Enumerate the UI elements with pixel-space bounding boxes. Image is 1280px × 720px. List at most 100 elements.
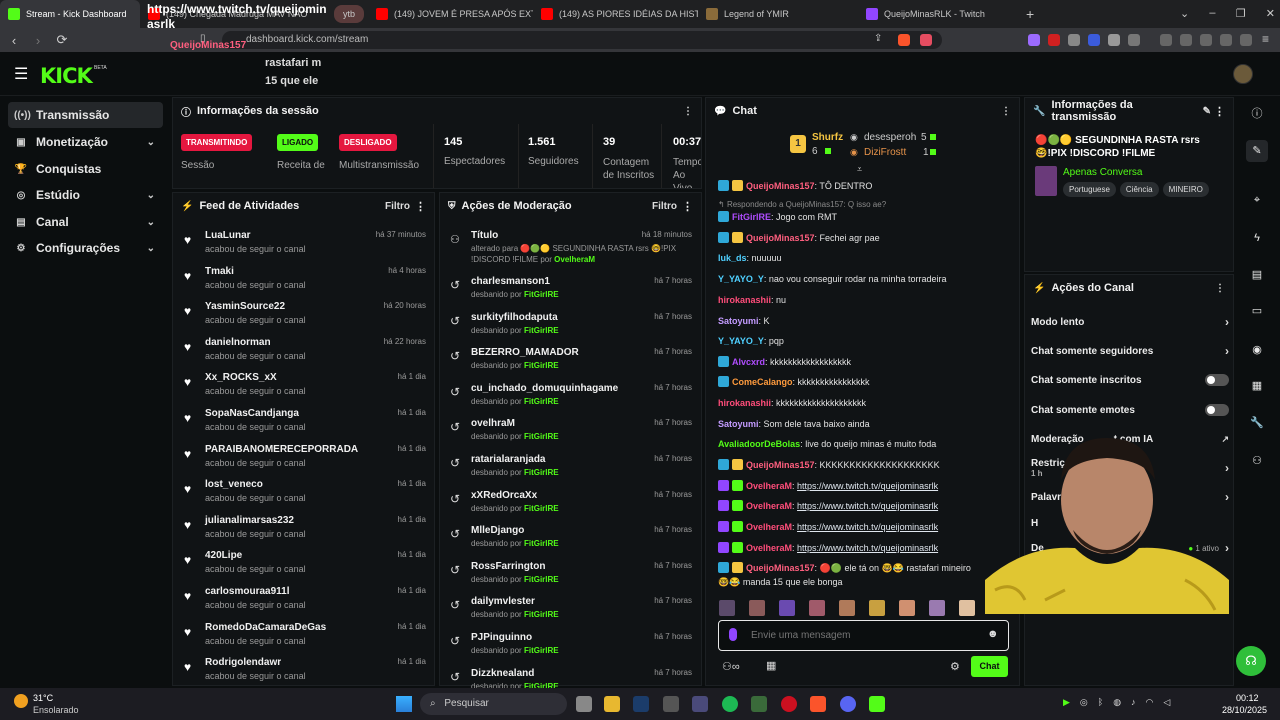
reload-icon[interactable]: ⟳ [52, 32, 72, 48]
followers-only-row[interactable]: Chat somente seguidores › [1031, 337, 1229, 365]
sidebar-item-transmissao[interactable]: ((•)) Transmissão [8, 102, 163, 128]
chat-username[interactable]: Satoyumi [718, 316, 759, 326]
chat-message-input[interactable] [751, 627, 971, 643]
list-item[interactable]: ♥ YasminSource22 acabou de seguir o canal h… [180, 298, 430, 332]
chat-message[interactable]: ComeCalango: kkkkkkkkkkkkkkkk [718, 376, 1008, 388]
chat-reply-context[interactable]: ↰ Respondendo a QueijoMinas157: Q isso a… [718, 199, 1008, 211]
network-icon[interactable]: ◍ [1113, 697, 1121, 708]
list-item[interactable]: ↺ RossFarrington desbanido por FitGirlRE há… [446, 558, 696, 592]
chat-username[interactable]: QueijoMinas157 [746, 460, 815, 470]
chat-message[interactable]: Satoyumi: K [718, 315, 1008, 327]
emote-icon[interactable] [959, 600, 975, 616]
chat-username[interactable]: QueijoMinas157 [746, 563, 815, 573]
chat-link[interactable]: https://www.twitch.tv/queijominasrlk [797, 543, 938, 553]
volume-icon[interactable]: ◁ [1163, 697, 1170, 708]
tab-legend-ymir[interactable]: Legend of YMIR [698, 0, 858, 28]
tag-chip[interactable]: Ciência [1119, 182, 1159, 197]
microphone-icon[interactable] [729, 628, 737, 641]
share-icon[interactable]: ⇪ [874, 33, 882, 44]
chat-message[interactable]: Satoyumi: Som dele tava baixo ainda [718, 418, 1008, 430]
chevron-down-icon[interactable]: ⌄ [1180, 7, 1189, 20]
chat-settings-icon[interactable]: ⚙ [950, 660, 960, 673]
sidebar-item-monetizacao[interactable]: ▣ Monetização ⌄ [8, 129, 163, 155]
translate-icon[interactable] [1200, 34, 1212, 46]
lightning-icon[interactable]: ϟ [1246, 227, 1268, 249]
list-item[interactable]: ↺ BEZERRO_MAMADOR desbanido por FitGirlRE h… [446, 344, 696, 378]
opera-icon[interactable] [781, 696, 797, 712]
list-item[interactable]: ↺ MlleDjango desbanido por FitGirlRE há 7 h… [446, 522, 696, 556]
chat-message[interactable]: hirokanashii: nu [718, 294, 1008, 306]
emoji-picker-icon[interactable]: ☻ [987, 628, 999, 640]
list-item[interactable]: ♥ Xx_ROCKS_xX acabou de seguir o canal há 1… [180, 369, 430, 403]
app-icon[interactable] [663, 696, 679, 712]
menu-icon[interactable]: ≡ [1262, 32, 1269, 46]
chat-username[interactable]: OvelheraM [746, 501, 792, 511]
list-item[interactable]: ↺ ratarialaranjada desbanido por FitGirlRE… [446, 451, 696, 485]
list-item[interactable]: ↺ cu_inchado_domuquinhagame desbanido por … [446, 380, 696, 414]
list-item[interactable]: ♥ Tmaki acabou de seguir o canal há 4 horas [180, 263, 430, 297]
tab-group-ytb[interactable]: ytb [334, 5, 364, 23]
info-icon[interactable]: ⓘ [1246, 103, 1268, 125]
layout-icon[interactable]: ▦ [1246, 375, 1268, 397]
chat-username[interactable]: hirokanashii [718, 398, 771, 408]
sidebar-item-estudio[interactable]: ◎ Estúdio ⌄ [8, 182, 163, 208]
list-item[interactable]: ↺ dailymvlester desbanido por FitGirlRE há … [446, 593, 696, 627]
extension-icon[interactable] [1068, 34, 1080, 46]
list-item[interactable]: ↺ surkityfilhodaputa desbanido por FitGirl… [446, 309, 696, 343]
media-icon[interactable]: ◎ [1080, 697, 1088, 708]
emote-icon[interactable] [809, 600, 825, 616]
users-icon[interactable]: ⚇ [1246, 450, 1268, 472]
chat-link[interactable]: https://www.twitch.tv/queijominasrlk [797, 522, 938, 532]
app-icon[interactable] [751, 696, 767, 712]
chat-message[interactable]: OvelheraM: https://www.twitch.tv/queijom… [718, 521, 1008, 533]
sidebar-item-canal[interactable]: ▤ Canal ⌄ [8, 209, 163, 235]
store-icon[interactable]: ▦ [766, 659, 776, 672]
list-item[interactable]: ♥ lost_veneco acabou de seguir o canal há 1… [180, 476, 430, 510]
chat-message[interactable]: OvelheraM: https://www.twitch.tv/queijom… [718, 500, 1008, 512]
chat-message[interactable]: QueijoMinas157: KKKKKKKKKKKKKKKKKKKK [718, 459, 1008, 471]
emote-icon[interactable] [779, 600, 795, 616]
more-options-icon[interactable]: ⋮ [682, 200, 693, 213]
emote-icon[interactable] [749, 600, 765, 616]
tab-twitch[interactable]: QueijoMinasRLK - Twitch [858, 0, 1018, 28]
chat-username[interactable]: Y_YAYO_Y [718, 274, 764, 284]
more-options-icon[interactable]: ⋮ [415, 200, 426, 213]
support-button[interactable]: ☊ [1236, 646, 1266, 676]
more-options-icon[interactable]: ⋮ [1215, 283, 1225, 294]
chat-input-box[interactable]: ☻ [718, 620, 1009, 651]
maximize-icon[interactable]: ❐ [1236, 7, 1246, 20]
list-item[interactable]: ♥ LuaLunar acabou de seguir o canal há 37 m… [180, 227, 430, 261]
scan-icon[interactable]: ⌖ [1246, 189, 1268, 211]
sidebar-icon[interactable] [1180, 34, 1192, 46]
edit-icon[interactable]: ✎ [1246, 140, 1268, 162]
emote-icon[interactable] [899, 600, 915, 616]
list-item[interactable]: ♥ SopaNasCandjanga acabou de seguir o cana… [180, 405, 430, 439]
bluetooth-icon[interactable]: ᛒ [1098, 697, 1103, 708]
subscribers-only-toggle[interactable] [1205, 374, 1229, 386]
emote-icon[interactable] [839, 600, 855, 616]
tab-video-2[interactable]: (149) JOVEM É PRESA APÓS EXTORQ [368, 0, 533, 28]
chat-username[interactable]: Y_YAYO_Y [718, 336, 764, 346]
list-item[interactable]: ♥ 420Lipe acabou de seguir o canal há 1 dia [180, 547, 430, 581]
brave-rewards-icon[interactable] [920, 34, 932, 46]
more-options-icon[interactable]: ⋮ [683, 106, 693, 117]
broadcast-icon[interactable]: ◉ [1246, 339, 1268, 361]
chat-link[interactable]: https://www.twitch.tv/queijominasrlk [797, 481, 938, 491]
chat-message[interactable]: hirokanashii: kkkkkkkkkkkkkkkkkkkk [718, 397, 1008, 409]
emotes-only-toggle[interactable] [1205, 404, 1229, 416]
extension-icon[interactable] [1108, 34, 1120, 46]
filter-button[interactable]: Filtro [385, 201, 410, 212]
list-item[interactable]: ♥ Rodrigolendawr acabou de seguir o canal h… [180, 654, 430, 688]
back-icon[interactable]: ‹ [4, 33, 24, 48]
emote-icon[interactable] [719, 600, 735, 616]
chat-message[interactable]: QueijoMinas157: Fechei agr pae [718, 232, 1008, 244]
list-item[interactable]: ↺ xXRedOrcaXx desbanido por FitGirlRE há 7 … [446, 487, 696, 521]
chat-username[interactable]: QueijoMinas157 [746, 181, 815, 191]
list-item[interactable]: ♥ carlosmouraa911l acabou de seguir o cana… [180, 583, 430, 617]
list-item[interactable]: ♥ PARAIBANOMERECEPORRADA acabou de seguir … [180, 441, 430, 475]
extension-icon[interactable] [1088, 34, 1100, 46]
chat-username[interactable]: OvelheraM [746, 481, 792, 491]
wrench-icon[interactable]: 🔧 [1246, 412, 1268, 434]
steam-icon[interactable] [633, 696, 649, 712]
forward-icon[interactable]: › [28, 33, 48, 48]
